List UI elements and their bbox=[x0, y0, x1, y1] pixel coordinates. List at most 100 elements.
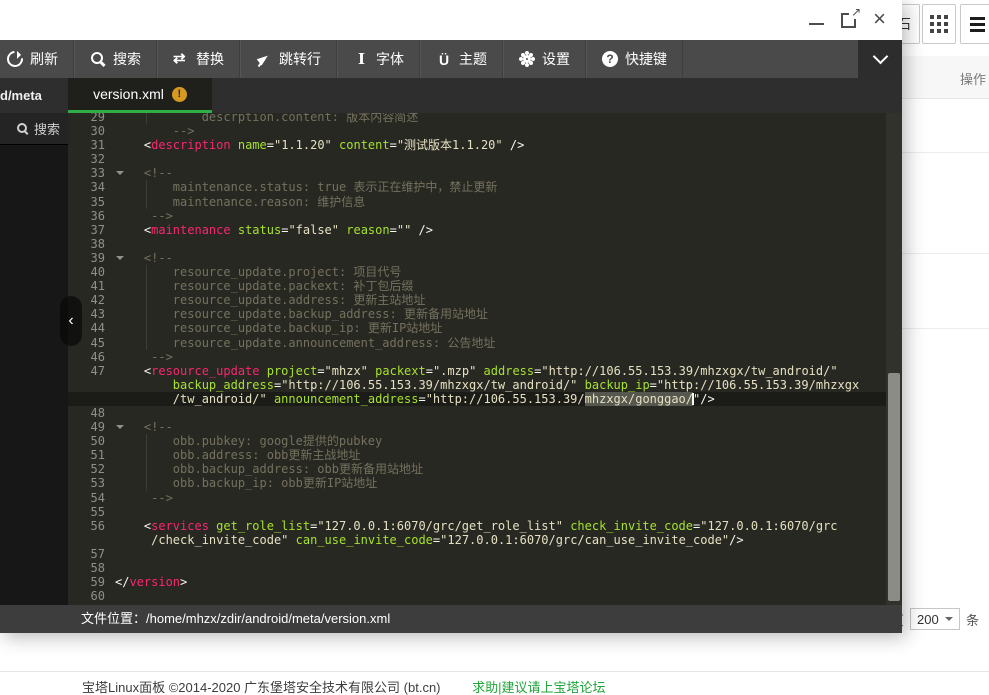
minimize-icon[interactable] bbox=[809, 13, 824, 25]
code-row: 52 obb.backup_address: obb更新备用站地址 bbox=[68, 462, 902, 476]
code-row: 34 maintenance.status: true 表示正在维护中，禁止更新 bbox=[68, 180, 902, 194]
code-row: 54 --> bbox=[68, 491, 902, 505]
toolbar-button-settings[interactable]: 设置 bbox=[503, 40, 586, 78]
line-number: 40 bbox=[68, 265, 113, 279]
code-editor[interactable]: 29 descrption.content: 版本内容简述30 --> 31 <d… bbox=[68, 113, 902, 605]
code-text: backup_address="http://106.55.153.39/mhz… bbox=[113, 378, 859, 392]
code-text: maintenance.reason: 维护信息 bbox=[113, 195, 365, 209]
line-number: 36 bbox=[68, 209, 113, 223]
code-row: 45 resource_update.announcement_address:… bbox=[68, 336, 902, 350]
code-row: 41 resource_update.packext: 补丁包后缀 bbox=[68, 279, 902, 293]
line-number: 37 bbox=[68, 223, 113, 237]
line-number: 59 bbox=[68, 575, 113, 589]
code-text: <description name="1.1.20" content="测试版本… bbox=[113, 138, 524, 152]
code-text: --> bbox=[113, 350, 173, 364]
ops-column-header: 操作 bbox=[960, 69, 986, 88]
editor-statusbar: 文件位置：/home/mhzx/zdir/android/meta/versio… bbox=[0, 605, 902, 633]
chevron-down-icon bbox=[945, 617, 953, 625]
tab-label: version.xml bbox=[93, 86, 164, 102]
code-text: resource_update.announcement_address: 公告… bbox=[113, 336, 495, 350]
code-text bbox=[113, 547, 115, 561]
unsaved-warning-icon bbox=[172, 87, 187, 102]
line-number: 35 bbox=[68, 195, 113, 209]
line-number: 47 bbox=[68, 364, 113, 378]
line-number: 39 bbox=[68, 251, 113, 265]
toolbar-button-search[interactable]: 搜索 bbox=[74, 40, 157, 78]
sidebar-search-label: 搜索 bbox=[34, 119, 60, 138]
code-row: 50 obb.pubkey: google提供的pubkey bbox=[68, 434, 902, 448]
code-text: resource_update.packext: 补丁包后缀 bbox=[113, 279, 413, 293]
toolbar-button-label: 快捷键 bbox=[625, 49, 667, 69]
toolbar-button-refresh[interactable]: 刷新 bbox=[0, 40, 74, 78]
copyright-text: 宝塔Linux面板 ©2014-2020 广东堡塔安全技术有限公司 (bt.cn… bbox=[82, 680, 441, 695]
file-location-text: 文件位置：/home/mhzx/zdir/android/meta/versio… bbox=[81, 611, 390, 626]
line-number: 60 bbox=[68, 589, 113, 603]
line-number: 50 bbox=[68, 434, 113, 448]
code-text: <!-- bbox=[113, 166, 173, 180]
code-text: resource_update.address: 更新主站地址 bbox=[113, 293, 425, 307]
editor-toolbar: 刷新 搜索替换 跳转行 字体 主题设置 快捷键 bbox=[0, 40, 902, 78]
line-number bbox=[68, 533, 113, 547]
code-text: resource_update.project: 项目代号 bbox=[113, 265, 401, 279]
page-footer: 宝塔Linux面板 ©2014-2020 广东堡塔安全技术有限公司 (bt.cn… bbox=[82, 677, 606, 695]
toolbar-button-replace[interactable]: 替换 bbox=[157, 40, 240, 78]
toolbar-collapse-button[interactable] bbox=[858, 40, 902, 78]
tab-version-xml[interactable]: version.xml bbox=[68, 78, 212, 113]
line-number: 58 bbox=[68, 561, 113, 575]
page-size-suffix: 条 bbox=[966, 610, 979, 629]
line-number: 56 bbox=[68, 519, 113, 533]
code-text: obb.pubkey: google提供的pubkey bbox=[113, 434, 382, 448]
code-text: <resource_update project="mhzx" packext=… bbox=[113, 364, 838, 378]
line-number: 51 bbox=[68, 448, 113, 462]
line-number: 31 bbox=[68, 138, 113, 152]
maximize-icon[interactable] bbox=[841, 13, 856, 28]
toolbar-button-help[interactable]: 快捷键 bbox=[586, 40, 683, 78]
code-row: 29 descrption.content: 版本内容简述 bbox=[68, 113, 902, 124]
code-row: 55 bbox=[68, 505, 902, 519]
line-number: 52 bbox=[68, 462, 113, 476]
line-number: 46 bbox=[68, 350, 113, 364]
sidebar-search[interactable]: 搜索 bbox=[0, 113, 68, 145]
code-text bbox=[113, 589, 115, 603]
code-row: /check_invite_code" can_use_invite_code=… bbox=[68, 533, 902, 547]
toolbar-button-label: 字体 bbox=[376, 49, 404, 69]
code-row: 48 bbox=[68, 406, 902, 420]
line-number: 30 bbox=[68, 124, 113, 138]
list-view-icon bbox=[970, 23, 985, 26]
toolbar-button-label: 跳转行 bbox=[279, 49, 321, 69]
line-number: 54 bbox=[68, 491, 113, 505]
scrollbar-thumb[interactable] bbox=[888, 373, 900, 601]
code-row: 37 <maintenance status="false" reason=""… bbox=[68, 223, 902, 237]
toolbar-button-theme[interactable]: 主题 bbox=[420, 40, 503, 78]
code-row: backup_address="http://106.55.153.39/mhz… bbox=[68, 378, 902, 392]
window-controls bbox=[809, 9, 886, 28]
line-number: 32 bbox=[68, 152, 113, 166]
file-path-fragment: d/meta bbox=[0, 78, 66, 113]
page-size-select[interactable]: 200 bbox=[910, 608, 960, 630]
refresh-icon bbox=[4, 48, 27, 71]
sidebar-collapse-handle[interactable] bbox=[60, 296, 82, 346]
code-text: <!-- bbox=[113, 251, 173, 265]
footer-divider bbox=[0, 671, 989, 672]
toolbar-button-goto[interactable]: 跳转行 bbox=[240, 40, 337, 78]
editor-scrollbar bbox=[886, 113, 902, 605]
toolbar-button-font[interactable]: 字体 bbox=[337, 40, 420, 78]
line-number: 57 bbox=[68, 547, 113, 561]
search-icon bbox=[16, 122, 29, 135]
toolbar-button-label: 主题 bbox=[459, 49, 487, 69]
grid-view-button[interactable] bbox=[922, 4, 956, 44]
code-row: 35 maintenance.reason: 维护信息 bbox=[68, 195, 902, 209]
code-text: <maintenance status="false" reason="" /> bbox=[113, 223, 433, 237]
toolbar-button-label: 刷新 bbox=[30, 49, 58, 69]
close-icon[interactable] bbox=[873, 10, 886, 28]
forum-help-link[interactable]: 求助|建议请上宝塔论坛 bbox=[472, 680, 605, 695]
code-row: 53 obb.backup_ip: obb更新IP站地址 bbox=[68, 476, 902, 490]
font-icon bbox=[353, 51, 369, 67]
screen: 石 操作 每页 200 条 宝塔Linux面板 ©2014-2020 广东堡塔安… bbox=[0, 0, 989, 695]
line-number: 53 bbox=[68, 476, 113, 490]
table-row-divider bbox=[902, 152, 989, 153]
code-row: 36 --> bbox=[68, 209, 902, 223]
code-row: 31 <description name="1.1.20" content="测… bbox=[68, 138, 902, 152]
toolbar-button-label: 搜索 bbox=[113, 49, 141, 69]
list-view-button[interactable] bbox=[960, 4, 989, 44]
